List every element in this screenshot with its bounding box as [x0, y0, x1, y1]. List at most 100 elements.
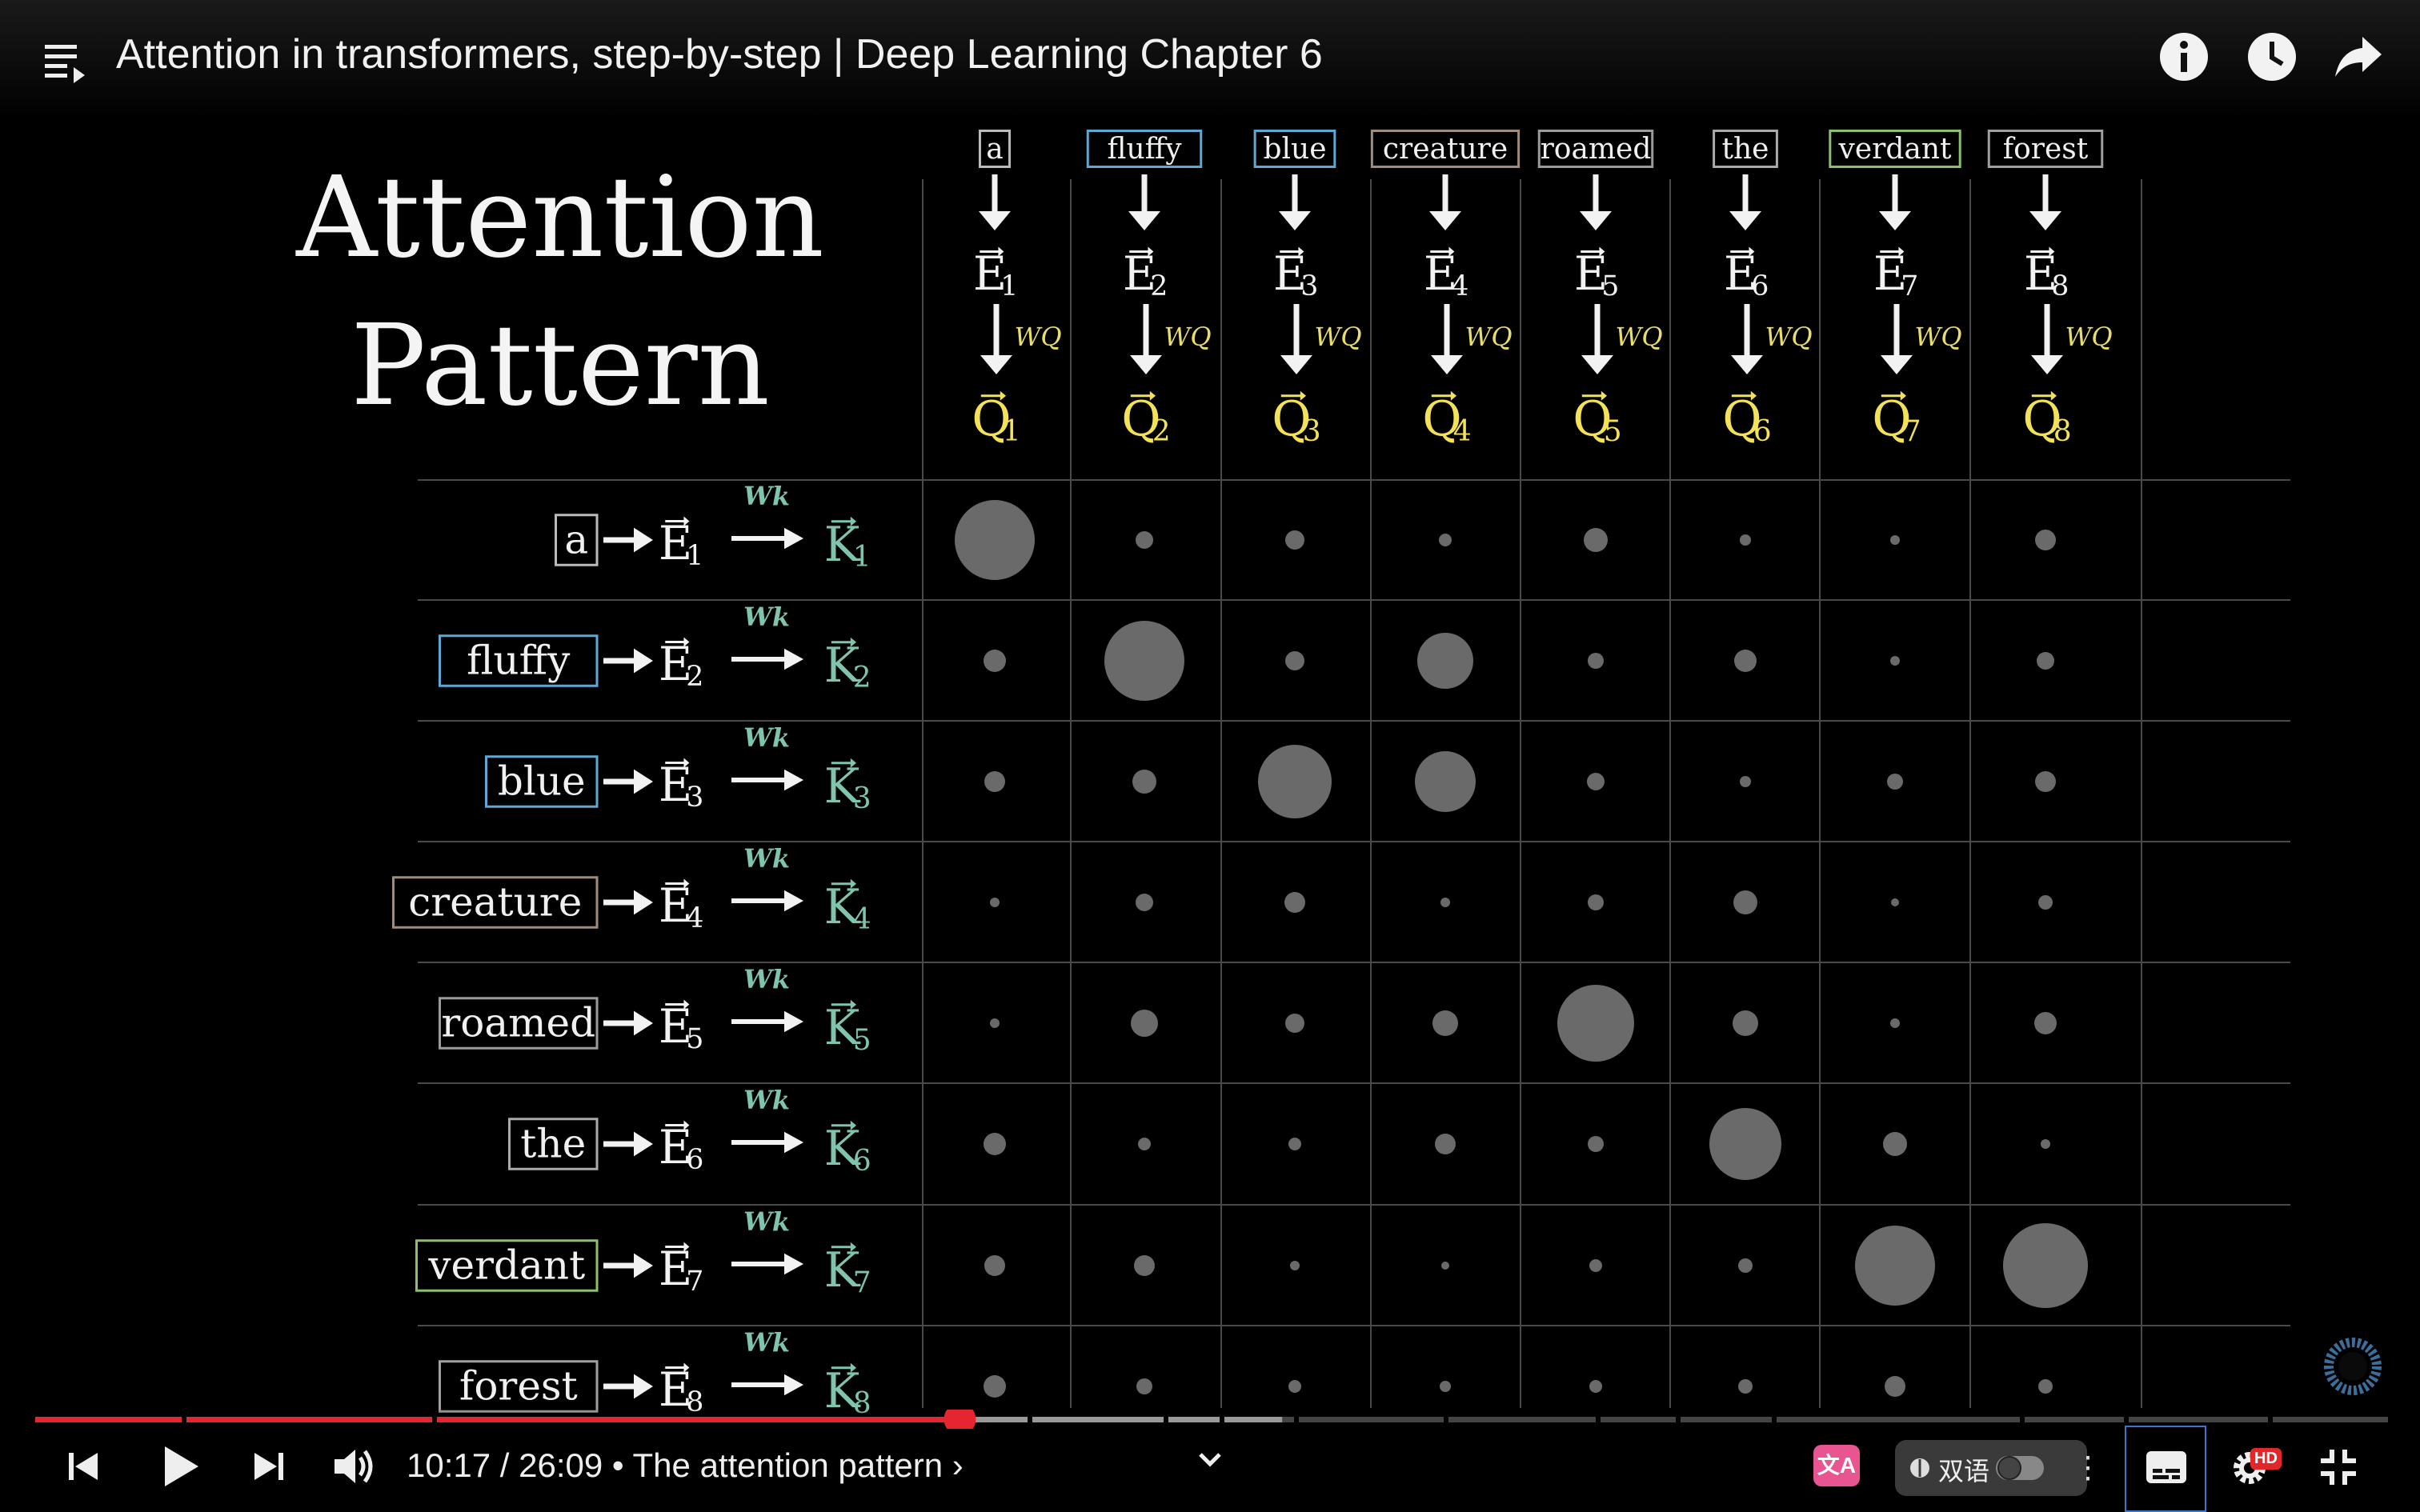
duration: 26:09 [519, 1446, 603, 1484]
attention-dot-forest-a [984, 1375, 1006, 1398]
svg-text:2: 2 [853, 662, 871, 694]
key-weights-label-6: Wk [743, 1206, 790, 1237]
attention-dot-the-forest [2041, 1139, 2050, 1149]
play-icon[interactable] [158, 1443, 202, 1490]
attention-dot-verdant-roamed [1589, 1259, 1602, 1272]
attention-dot-the-roamed [1588, 1136, 1604, 1152]
attention-dot-roamed-a [990, 1018, 1000, 1028]
exit-fullscreen-icon[interactable] [2318, 1446, 2359, 1488]
query-weights-label-2: WQ [1314, 322, 1361, 352]
attention-dot-a-creature [1439, 534, 1452, 546]
time-display[interactable]: 10:17 / 26:09 • The attention pattern › [407, 1446, 964, 1485]
attention-dot-blue-forest [2035, 771, 2056, 792]
attention-dot-blue-roamed [1587, 773, 1605, 790]
attention-dot-roamed-blue [1285, 1014, 1304, 1033]
attention-dot-the-verdant [1883, 1132, 1907, 1156]
next-icon[interactable] [250, 1448, 286, 1485]
svg-text:verdant: verdant [1837, 133, 1952, 166]
svg-text:6: 6 [1753, 415, 1772, 448]
bilingual-switch-knob [1997, 1456, 2021, 1480]
volume-icon[interactable] [331, 1446, 376, 1486]
row-token-creature: creature [392, 876, 599, 929]
column-token-creature: creature [1370, 130, 1521, 168]
svg-text:a: a [986, 133, 1003, 166]
svg-text:6: 6 [686, 1144, 703, 1176]
attention-dot-the-blue [1288, 1138, 1301, 1150]
chapter-marker-1 [432, 1416, 437, 1423]
playlist-icon[interactable] [40, 38, 88, 86]
attention-dot-forest-the [1738, 1379, 1753, 1394]
key-weights-label-0: Wk [743, 481, 790, 511]
attention-dot-roamed-forest [2034, 1012, 2057, 1034]
svg-text:roamed: roamed [441, 1000, 595, 1046]
chapter-chevron-icon: › [943, 1446, 964, 1484]
attention-dot-a-a [955, 500, 1035, 580]
svg-text:7: 7 [1901, 270, 1918, 302]
attention-dot-forest-fluffy [1136, 1378, 1152, 1394]
attention-dot-forest-blue [1288, 1380, 1301, 1393]
subtitles-icon [2146, 1451, 2186, 1483]
attention-dot-blue-the [1740, 776, 1751, 787]
attention-dot-blue-blue [1258, 745, 1332, 818]
svg-text:roamed: roamed [1541, 133, 1652, 166]
watch-later-icon[interactable] [2246, 30, 2298, 83]
svg-text:5: 5 [1601, 270, 1619, 302]
svg-text:5: 5 [1604, 415, 1622, 448]
svg-text:3: 3 [1303, 415, 1321, 448]
svg-text:the: the [520, 1121, 586, 1167]
attention-dot-verdant-blue [1290, 1261, 1300, 1270]
slide-heading-line1: Attention [295, 153, 824, 283]
svg-text:a: a [564, 517, 588, 563]
translate-icon[interactable]: 文A [1813, 1445, 1860, 1486]
more-options-icon[interactable]: ⋮ [2073, 1450, 2103, 1486]
attention-dot-blue-creature [1415, 751, 1476, 812]
attention-dot-fluffy-fluffy [1104, 621, 1184, 701]
attention-dot-a-blue [1285, 530, 1304, 550]
attention-dot-fluffy-roamed [1588, 653, 1604, 669]
attention-dot-verdant-forest [2003, 1223, 2088, 1308]
attention-dot-the-the [1709, 1108, 1781, 1180]
attention-dot-blue-a [984, 771, 1005, 792]
key-weights-label-7: Wk [743, 1327, 790, 1358]
column-token-roamed: roamed [1537, 130, 1654, 168]
progress-scrubber[interactable] [944, 1410, 976, 1429]
attention-dot-the-fluffy [1138, 1138, 1151, 1150]
svg-text:4: 4 [1451, 270, 1468, 302]
progress-buffered [960, 1417, 1283, 1422]
svg-text:3: 3 [853, 782, 871, 815]
brain-icon [1910, 1458, 1929, 1478]
svg-text:2: 2 [1150, 270, 1168, 302]
svg-text:2: 2 [1152, 415, 1171, 448]
chapter-marker-9 [1772, 1416, 1777, 1423]
video-title[interactable]: Attention in transformers, step-by-step … [116, 30, 1323, 78]
query-weights-label-4: WQ [1615, 322, 1662, 352]
svg-text:creature: creature [1383, 133, 1508, 166]
query-weights-label-5: WQ [1765, 322, 1812, 352]
previous-icon[interactable] [66, 1448, 102, 1485]
attention-dot-creature-fluffy [1136, 894, 1153, 911]
key-weights-label-4: Wk [743, 964, 790, 994]
chapter-title[interactable]: The attention pattern [633, 1446, 944, 1484]
svg-text:3: 3 [1300, 270, 1318, 302]
attention-dot-roamed-fluffy [1131, 1010, 1158, 1037]
attention-dot-a-verdant [1890, 535, 1900, 545]
progress-bar[interactable] [35, 1410, 2388, 1429]
svg-text:7: 7 [1903, 415, 1921, 448]
chapter-marker-10 [2020, 1416, 2025, 1423]
share-icon[interactable] [2332, 30, 2385, 83]
svg-text:4: 4 [686, 902, 703, 934]
chapter-marker-7 [1596, 1416, 1601, 1423]
attention-dot-forest-creature [1440, 1381, 1451, 1392]
video-frame[interactable]: Attention Pattern aE1WQQ1fluffyE2WQQ2blu… [0, 0, 2420, 1512]
chapter-marker-2 [1028, 1416, 1032, 1423]
chapter-marker-0 [182, 1416, 186, 1423]
chevron-down-icon[interactable] [1196, 1450, 1224, 1470]
svg-text:6: 6 [1751, 270, 1769, 302]
svg-text:5: 5 [686, 1023, 703, 1055]
query-weights-label-3: WQ [1464, 322, 1512, 352]
info-icon[interactable] [2158, 30, 2210, 83]
svg-text:8: 8 [2051, 270, 2069, 302]
svg-text:5: 5 [853, 1024, 871, 1057]
svg-text:blue: blue [1263, 133, 1326, 166]
chapter-separator: • [603, 1446, 633, 1484]
